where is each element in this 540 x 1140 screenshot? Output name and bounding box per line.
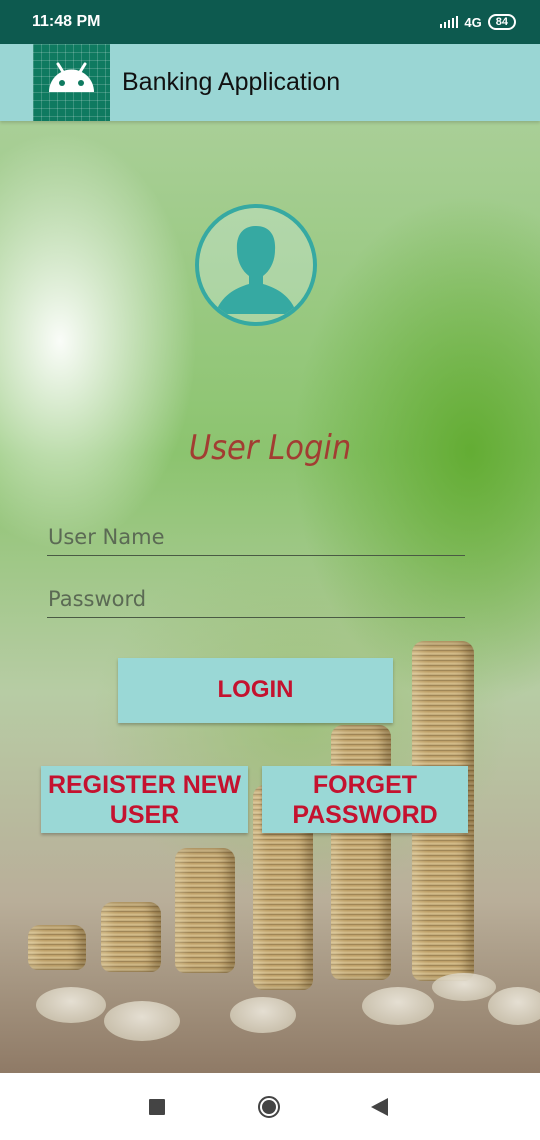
triangle-back-icon[interactable] xyxy=(371,1098,389,1120)
status-indicators: 4G 84 xyxy=(440,14,516,30)
app-title: Banking Application xyxy=(122,68,341,96)
status-time: 11:48 PM xyxy=(32,13,101,30)
password-field[interactable] xyxy=(47,580,465,618)
battery-icon: 84 xyxy=(487,14,516,30)
user-avatar-icon xyxy=(195,204,317,326)
signal-icon xyxy=(440,16,459,28)
android-icon xyxy=(33,44,110,121)
navigation-bar xyxy=(0,1073,540,1140)
app-bar: Banking Application xyxy=(0,44,540,121)
login-button[interactable]: LOGIN xyxy=(118,658,393,723)
username-input[interactable] xyxy=(47,518,465,555)
circle-icon[interactable] xyxy=(257,1095,281,1123)
square-icon[interactable] xyxy=(149,1099,165,1119)
username-field[interactable] xyxy=(47,518,465,556)
password-input[interactable] xyxy=(47,580,465,617)
register-button[interactable]: REGISTER NEW USER xyxy=(41,766,248,833)
status-bar: 11:48 PM 4G 84 xyxy=(0,0,540,44)
forget-password-button[interactable]: FORGET PASSWORD xyxy=(262,766,468,833)
network-label: 4G xyxy=(464,14,482,30)
page-title: User Login xyxy=(188,428,352,468)
battery-level: 84 xyxy=(495,16,508,28)
